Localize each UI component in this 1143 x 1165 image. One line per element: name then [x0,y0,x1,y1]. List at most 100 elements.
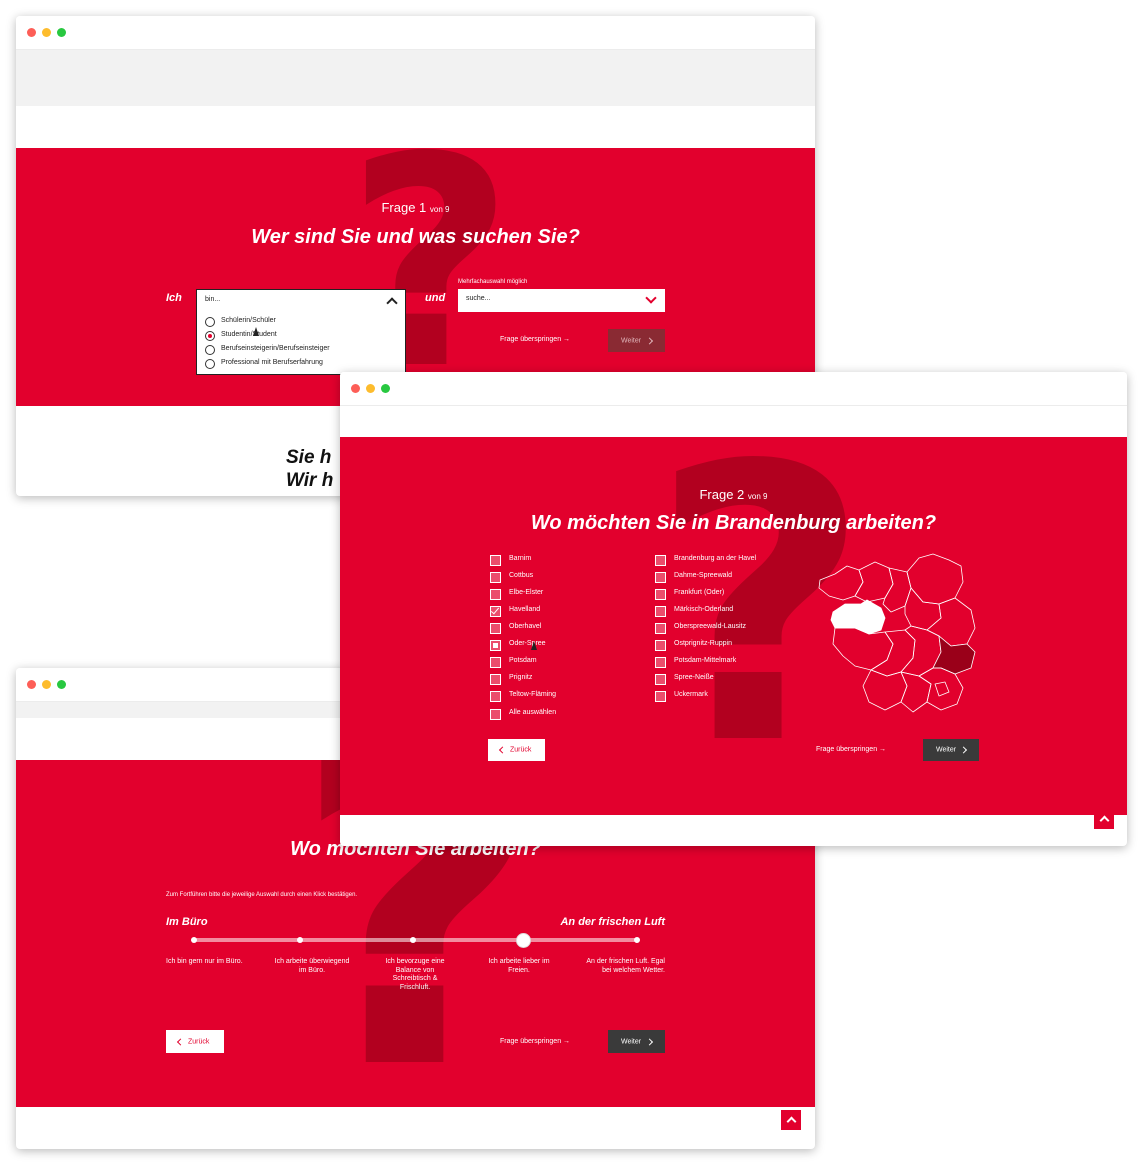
minimize-window-icon[interactable] [366,384,375,393]
label-ostprignitz-ruppin[interactable]: Ostprignitz-Ruppin [674,640,732,647]
map-region-uckermark [906,553,964,605]
maximize-window-icon[interactable] [381,384,390,393]
checkbox-cottbus[interactable] [490,572,501,583]
next-button[interactable]: Weiter [923,739,979,761]
minimize-window-icon[interactable] [42,680,51,689]
map-region-oberhavel [882,567,912,613]
question-title: Wer sind Sie und was suchen Sie? [251,226,580,248]
maximize-window-icon[interactable] [57,28,66,37]
slider-stop-5[interactable] [634,937,640,943]
back-button[interactable]: Zurück [488,739,545,761]
slider-stop-1[interactable] [191,937,197,943]
question-total: von 9 [429,205,450,214]
next-button[interactable]: Weiter [608,1030,665,1053]
checkbox-prignitz[interactable] [490,674,501,685]
checkbox-elbe-elster[interactable] [490,589,501,600]
checkbox-potsdam-mittelmark[interactable] [655,657,666,668]
radio-berufseinsteiger[interactable] [205,345,215,355]
slider-stop-3[interactable] [410,937,416,943]
checkbox-oberspreewald-lausitz[interactable] [655,623,666,634]
map-region-cottbus [934,681,950,697]
close-window-icon[interactable] [27,680,36,689]
label-oder-spree[interactable]: Oder-Spree [509,640,546,647]
radio-schueler[interactable] [205,317,215,327]
label-potsdam-mittelmark[interactable]: Potsdam-Mittelmark [674,657,736,664]
label-elbe-elster[interactable]: Elbe-Elster [509,589,543,596]
mouse-cursor-icon [531,641,537,650]
option-berufseinsteiger[interactable]: Berufseinsteigerin/Berufseinsteiger [221,345,330,352]
radio-student[interactable] [205,331,215,341]
label-select-all[interactable]: Alle auswählen [509,709,556,716]
checkbox-potsdam[interactable] [490,657,501,668]
map-region-prignitz [818,565,864,601]
checkbox-oberhavel[interactable] [490,623,501,634]
radio-professional[interactable] [205,359,215,369]
back-button-label: Zurück [510,746,532,754]
option-student[interactable]: Studentin/Student [221,331,277,338]
maximize-window-icon[interactable] [57,680,66,689]
label-oberspreewald-lausitz[interactable]: Oberspreewald-Lausitz [674,623,746,630]
option-schueler[interactable]: Schülerin/Schüler [221,317,276,324]
label-prignitz[interactable]: Prignitz [509,674,532,681]
window-titlebar [340,372,1127,406]
slider-stop-label-3: Ich bevorzuge eine Balance von Schreibti… [385,958,445,991]
next-button-label: Weiter [936,746,957,754]
und-label: und [425,292,446,304]
label-frankfurt-oder[interactable]: Frankfurt (Oder) [674,589,724,596]
checkbox-select-all[interactable] [490,709,501,720]
close-window-icon[interactable] [27,28,36,37]
label-potsdam[interactable]: Potsdam [509,657,537,664]
close-window-icon[interactable] [351,384,360,393]
role-dropdown-value: bin... [205,296,221,303]
slider-knob[interactable] [516,933,531,948]
map-region-elbe-elster [862,669,908,711]
label-cottbus[interactable]: Cottbus [509,572,533,579]
quiz-panel: ? Frage 1 von 9 Wer sind Sie und was suc… [16,148,815,406]
skip-question-link[interactable]: Frage überspringen → [500,1038,570,1045]
skip-question-link[interactable]: Frage überspringen → [500,336,570,343]
scroll-to-top-button[interactable] [781,1110,801,1130]
checkbox-teltow-flaeming[interactable] [490,691,501,702]
checkbox-oder-spree[interactable] [490,640,501,651]
label-dahme-spreewald[interactable]: Dahme-Spreewald [674,572,732,579]
multi-select-hint: Mehrfachauswahl möglich [458,279,528,285]
label-havelland[interactable]: Havelland [509,606,540,613]
search-dropdown[interactable]: suche... [458,289,665,312]
checkbox-barnim[interactable] [490,555,501,566]
checkbox-spree-neisse[interactable] [655,674,666,685]
brandenburg-map[interactable] [815,552,985,727]
checkbox-frankfurt-oder[interactable] [655,589,666,600]
checkbox-brandenburg-havel[interactable] [655,555,666,566]
checkbox-havelland[interactable] [490,606,501,617]
label-maerkisch-oderland[interactable]: Märkisch-Oderland [674,606,733,613]
label-teltow-flaeming[interactable]: Teltow-Fläming [509,691,556,698]
next-button-label: Weiter [621,1038,642,1045]
option-professional[interactable]: Professional mit Berufserfahrung [221,359,323,366]
map-region-barnim [904,587,942,631]
scroll-to-top-button[interactable] [1094,809,1114,829]
skip-question-link[interactable]: Frage überspringen → [816,746,886,753]
label-spree-neisse[interactable]: Spree-Neiße [674,674,714,681]
label-uckermark[interactable]: Uckermark [674,691,708,698]
map-region-dahme-spreewald [900,625,942,677]
checkbox-uckermark[interactable] [655,691,666,702]
hint-text: Zum Fortführen bitte die jeweilige Auswa… [166,892,358,898]
label-barnim[interactable]: Barnim [509,555,531,562]
question-counter: Frage 2 von 9 [340,487,1127,502]
role-dropdown[interactable]: bin... Schülerin/Schüler Studentin/Stude… [196,289,406,375]
slider-stop-2[interactable] [297,937,303,943]
question-title: Wo möchten Sie in Brandenburg arbeiten? [530,512,937,534]
next-button-label: Weiter [621,337,642,344]
preference-slider-track[interactable] [194,938,638,942]
checkbox-maerkisch-oderland[interactable] [655,606,666,617]
label-brandenburg-havel[interactable]: Brandenburg an der Havel [674,555,756,562]
next-button[interactable]: Weiter [608,329,665,352]
checkbox-dahme-spreewald[interactable] [655,572,666,583]
section-headline-line-1: Sie h [286,447,332,468]
back-button[interactable]: Zurück [166,1030,224,1053]
map-region-havelland [830,599,886,635]
minimize-window-icon[interactable] [42,28,51,37]
checkbox-ostprignitz-ruppin[interactable] [655,640,666,651]
slider-stop-label-1: Ich bin gern nur im Büro. [166,958,243,965]
label-oberhavel[interactable]: Oberhavel [509,623,541,630]
